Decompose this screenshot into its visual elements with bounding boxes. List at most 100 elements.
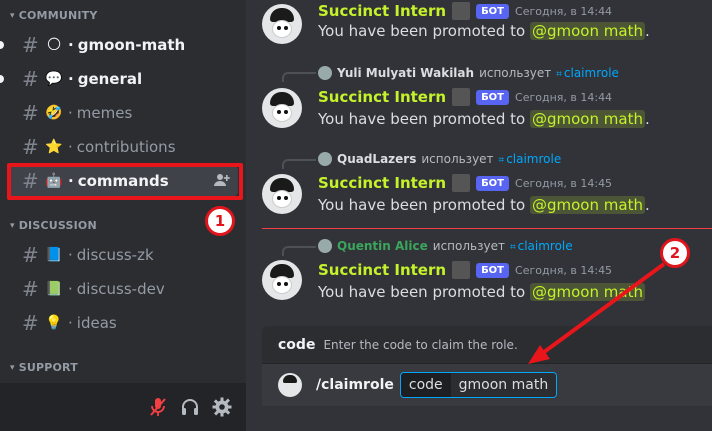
reply-connector xyxy=(282,159,316,169)
hash-icon: # xyxy=(22,33,39,57)
bot-avatar[interactable] xyxy=(262,4,302,44)
hash-icon: # xyxy=(22,67,39,91)
channel-emoji: 📗 xyxy=(45,281,63,297)
bot-tag: БОТ xyxy=(476,3,510,19)
bot-tag: БОТ xyxy=(476,175,510,191)
reply-username[interactable]: QuadLazers xyxy=(337,152,416,166)
user-avatar xyxy=(318,66,332,80)
role-mention[interactable]: @gmoon math xyxy=(530,22,645,40)
unread-indicator xyxy=(0,75,4,83)
mic-muted-icon[interactable] xyxy=(146,395,170,419)
option-name: code xyxy=(278,336,316,353)
role-icon xyxy=(452,2,471,20)
channel-emoji: 🤣 xyxy=(45,105,63,121)
role-icon xyxy=(452,174,471,192)
hash-icon: # xyxy=(22,277,39,301)
channel-emoji: 🌕 xyxy=(46,37,62,53)
slash-command-link[interactable]: ⌗ claimrole xyxy=(499,152,562,166)
chevron-down-icon: ▾ xyxy=(10,10,15,21)
unread-indicator xyxy=(0,41,4,49)
slash-command-name: /claimrole xyxy=(316,377,394,393)
slash-command-link[interactable]: ⌗ claimrole xyxy=(510,239,573,253)
channel-gmoon-math[interactable]: # 🌕 · gmoon-math xyxy=(8,30,238,60)
new-messages-divider xyxy=(262,228,712,229)
hash-icon: # xyxy=(22,135,39,159)
message-content: You have been promoted to @gmoon math. xyxy=(318,110,650,128)
user-avatar xyxy=(318,239,332,253)
channel-label: ideas xyxy=(76,314,117,332)
channel-discuss-zk[interactable]: # 📘 · discuss-zk xyxy=(8,240,238,270)
category-support[interactable]: ▾ SUPPORT xyxy=(10,361,78,374)
command-reply-context[interactable]: Quentin Alice использует ⌗ claimrole xyxy=(318,239,573,253)
message-content: You have been promoted to @gmoon math xyxy=(318,283,645,301)
reply-username[interactable]: Yuli Mulyati Wakilah xyxy=(337,66,474,80)
category-community[interactable]: ▾ COMMUNITY xyxy=(10,9,98,22)
bot-avatar xyxy=(278,373,302,397)
category-label: SUPPORT xyxy=(18,361,78,374)
slash-command-link[interactable]: ⌗ claimrole xyxy=(556,66,619,80)
channel-emoji: 💡 xyxy=(45,315,63,331)
hash-icon: # xyxy=(22,243,39,267)
channel-label: discuss-dev xyxy=(76,280,165,298)
channel-ideas[interactable]: # 💡 · ideas xyxy=(8,308,238,338)
message-author[interactable]: Succinct Intern xyxy=(318,261,446,279)
message-author[interactable]: Succinct Intern xyxy=(318,2,446,20)
message-content: You have been promoted to @gmoon math. xyxy=(318,22,650,40)
role-icon xyxy=(452,261,471,279)
command-icon: ⌗ xyxy=(556,69,562,80)
channel-emoji: 💬 xyxy=(45,71,63,87)
hash-icon: # xyxy=(22,311,39,335)
command-option-input[interactable]: code gmoon math xyxy=(399,372,558,398)
channel-discuss-dev[interactable]: # 📗 · discuss-dev xyxy=(8,274,238,304)
bot-avatar[interactable] xyxy=(262,174,302,214)
role-mention[interactable]: @gmoon math xyxy=(530,283,645,301)
step-badge-1: 1 xyxy=(205,206,235,236)
category-label: DISCUSSION xyxy=(18,219,97,232)
slash-command-panel: code Enter the code to claim the role. /… xyxy=(262,326,712,406)
message-author[interactable]: Succinct Intern xyxy=(318,88,446,106)
command-option-hint: code Enter the code to claim the role. xyxy=(262,326,712,364)
command-icon: ⌗ xyxy=(509,242,516,253)
channel-contributions[interactable]: # ⭐ · contributions xyxy=(8,132,238,162)
message-header: Succinct Intern БОТ Сегодня, в 14:44 xyxy=(318,2,612,20)
message-timestamp: Сегодня, в 14:45 xyxy=(515,263,613,277)
bot-tag: БОТ xyxy=(476,262,510,278)
command-input-row[interactable]: /claimrole code gmoon math xyxy=(262,364,712,406)
role-mention[interactable]: @gmoon math xyxy=(530,196,645,214)
command-reply-context[interactable]: Yuli Mulyati Wakilah использует ⌗ claimro… xyxy=(318,66,619,80)
bot-avatar[interactable] xyxy=(262,88,302,128)
channel-general[interactable]: # 💬 · general xyxy=(8,64,238,94)
option-key: code xyxy=(400,373,451,397)
command-reply-context[interactable]: QuadLazers использует ⌗ claimrole xyxy=(318,152,561,166)
option-description: Enter the code to claim the role. xyxy=(323,337,518,352)
hash-icon: # xyxy=(22,101,39,125)
message-content: You have been promoted to @gmoon math. xyxy=(318,196,650,214)
channel-label: contributions xyxy=(76,138,176,156)
channel-emoji: ⭐ xyxy=(45,139,63,155)
reply-username[interactable]: Quentin Alice xyxy=(337,239,428,253)
message-header: Succinct Intern БОТ Сегодня, в 14:45 xyxy=(318,174,612,192)
message-timestamp: Сегодня, в 14:44 xyxy=(515,4,613,18)
channel-memes[interactable]: # 🤣 · memes xyxy=(8,98,238,128)
role-icon xyxy=(452,88,471,106)
category-discussion[interactable]: ▾ DISCUSSION xyxy=(10,219,97,232)
message-author[interactable]: Succinct Intern xyxy=(318,174,446,192)
channel-label: discuss-zk xyxy=(76,246,154,264)
step-badge-2: 2 xyxy=(660,238,690,268)
channel-label: gmoon-math xyxy=(77,36,186,54)
bot-avatar[interactable] xyxy=(262,260,302,300)
channel-emoji: 📘 xyxy=(45,247,63,263)
highlight-box xyxy=(7,163,243,200)
category-label: COMMUNITY xyxy=(18,9,98,22)
bot-tag: БОТ xyxy=(476,89,510,105)
command-icon: ⌗ xyxy=(498,155,505,166)
message-header: Succinct Intern БОТ Сегодня, в 14:45 xyxy=(318,261,612,279)
gear-icon[interactable] xyxy=(210,395,234,419)
user-controls-bar xyxy=(0,383,246,431)
role-mention[interactable]: @gmoon math xyxy=(530,110,645,128)
option-value[interactable]: gmoon math xyxy=(450,373,557,397)
chat-area: Succinct Intern БОТ Сегодня, в 14:44 You… xyxy=(246,0,712,431)
chevron-down-icon: ▾ xyxy=(10,220,15,231)
headphones-icon[interactable] xyxy=(178,395,202,419)
channel-label: general xyxy=(77,70,143,88)
